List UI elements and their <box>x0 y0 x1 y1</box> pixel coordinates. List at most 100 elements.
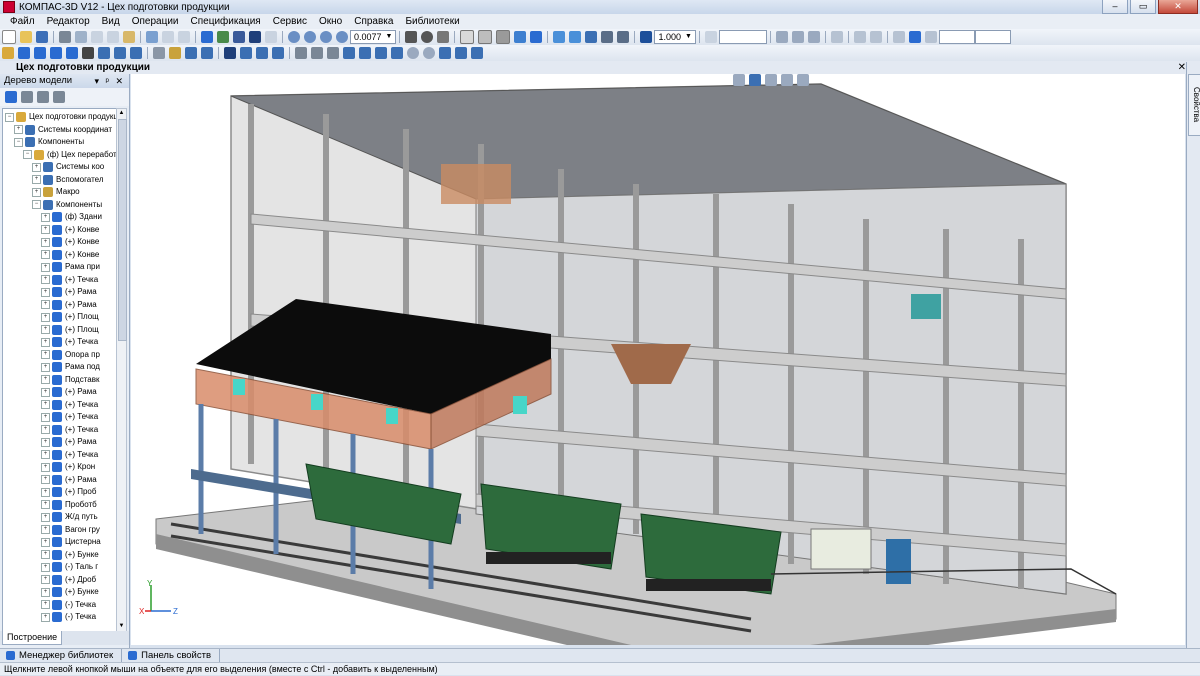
tree-item[interactable]: + (+) Площ <box>41 324 99 336</box>
surface-icon[interactable] <box>343 47 355 59</box>
rotate-component-icon[interactable] <box>66 47 78 59</box>
mass-properties-icon[interactable] <box>791 31 804 43</box>
expand-icon[interactable]: + <box>14 125 23 134</box>
tree-item[interactable]: + (+) Бунке <box>41 586 99 598</box>
tree-item[interactable]: + (ф) Здани <box>41 211 102 223</box>
tree-structure-icon[interactable] <box>21 91 33 103</box>
hide-icon[interactable] <box>272 47 284 59</box>
function-icon[interactable] <box>892 31 905 43</box>
scroll-up-icon[interactable]: ▲ <box>117 109 126 118</box>
expand-icon[interactable]: − <box>5 112 14 122</box>
tree-item[interactable]: + Цистерна <box>41 536 101 548</box>
new-document-icon[interactable] <box>2 30 16 44</box>
wireframe-icon[interactable] <box>460 30 475 44</box>
3d-viewport[interactable]: Y X Z <box>131 74 1185 645</box>
save-icon[interactable] <box>36 31 48 43</box>
shaded-edges-icon[interactable] <box>514 31 527 43</box>
ortho-icon[interactable] <box>853 31 866 43</box>
hidden-lines-icon[interactable] <box>478 30 493 44</box>
array-grid-icon[interactable] <box>224 47 236 59</box>
tree-item[interactable]: + Ж/д путь <box>41 511 98 523</box>
copy-icon[interactable] <box>107 31 119 43</box>
expand-icon[interactable]: + <box>41 512 50 522</box>
sphere-icon[interactable] <box>407 47 419 59</box>
scroll-down-icon[interactable]: ▼ <box>117 622 126 631</box>
library-icon[interactable] <box>265 31 277 43</box>
paste-icon[interactable] <box>123 31 135 43</box>
tree-item[interactable]: + Проботб <box>41 499 97 511</box>
view-orient-icon[interactable] <box>733 74 745 86</box>
tree-view-icon[interactable] <box>5 91 17 103</box>
scale-combo[interactable]: 0.0077 ▼ <box>350 30 397 44</box>
tree-item[interactable]: + Рама под <box>41 361 100 373</box>
filter-icon[interactable] <box>98 47 110 59</box>
expand-icon[interactable]: + <box>41 487 50 497</box>
view-cursor-icon[interactable] <box>749 74 761 86</box>
section-icon[interactable] <box>185 47 197 59</box>
expand-icon[interactable]: + <box>41 475 50 484</box>
tree-item[interactable]: + (-) Таль г <box>41 561 98 573</box>
print-icon[interactable] <box>59 31 71 43</box>
tree-item[interactable]: + (+) Бунке <box>41 549 99 561</box>
add-from-file-icon[interactable] <box>34 47 46 59</box>
tree-sort-icon[interactable] <box>37 91 49 103</box>
view-rotate-icon[interactable] <box>765 74 777 86</box>
expand-icon[interactable]: + <box>41 325 50 334</box>
tree-item[interactable]: + Вагон гру <box>41 524 100 536</box>
angle-icon[interactable] <box>704 31 717 43</box>
close-document-icon[interactable]: ✕ <box>1178 61 1186 74</box>
zoom-in-icon[interactable] <box>304 31 316 43</box>
expand-icon[interactable]: − <box>32 200 41 209</box>
expand-icon[interactable]: + <box>41 587 50 597</box>
check-collision-icon[interactable] <box>807 31 820 43</box>
tree-item[interactable]: + Подставк <box>41 374 99 386</box>
select-filter-icon[interactable] <box>553 31 566 43</box>
variables-icon[interactable] <box>217 31 229 43</box>
menu-view[interactable]: Вид <box>96 16 126 27</box>
orientation-icon[interactable] <box>437 31 450 43</box>
expand-icon[interactable]: + <box>41 262 50 272</box>
grid-icon[interactable] <box>830 31 843 43</box>
edit-component-icon[interactable] <box>601 31 614 43</box>
spec-object-icon[interactable] <box>256 47 268 59</box>
plane-icon[interactable] <box>295 47 307 59</box>
snap-icon[interactable] <box>569 31 582 43</box>
tree-vertical-scrollbar[interactable]: ▲ ▼ <box>116 108 127 632</box>
spatial-curve-icon[interactable] <box>359 47 371 59</box>
assembly-icon[interactable] <box>2 47 14 59</box>
expand-icon[interactable]: − <box>14 137 23 147</box>
pan-icon[interactable] <box>405 31 418 43</box>
edit-in-place-icon[interactable] <box>617 31 630 43</box>
tree-item[interactable]: + (+) Течка <box>41 424 98 436</box>
view-pan-icon[interactable] <box>797 74 809 86</box>
measure-icon[interactable] <box>775 31 788 43</box>
expand-icon[interactable]: + <box>41 500 50 509</box>
step-combo[interactable]: 1.000 ▼ <box>654 30 696 44</box>
macro-icon[interactable] <box>169 47 181 59</box>
tree-item[interactable]: + (+) Рама <box>41 474 97 486</box>
expand-icon[interactable]: + <box>41 462 50 472</box>
rebuild-icon[interactable] <box>585 31 598 43</box>
expand-icon[interactable]: + <box>41 437 50 447</box>
tree-item[interactable]: + Вспомогател <box>32 174 104 186</box>
expand-icon[interactable]: + <box>41 412 50 422</box>
diagnostics-icon[interactable] <box>391 47 403 59</box>
expand-icon[interactable]: + <box>41 337 50 347</box>
manager-icon[interactable] <box>201 31 213 43</box>
cut-icon[interactable] <box>91 31 103 43</box>
menu-libraries[interactable]: Библиотеки <box>399 16 465 27</box>
tree-item[interactable]: + (+) Течка <box>41 411 98 423</box>
mirror-icon[interactable] <box>240 47 252 59</box>
shaded-icon[interactable] <box>496 30 511 44</box>
maximize-button[interactable]: ▭ <box>1130 0 1156 14</box>
menu-window[interactable]: Окно <box>313 16 348 27</box>
tree-filter-icon[interactable] <box>53 91 65 103</box>
component-icon[interactable] <box>18 47 30 59</box>
fx-icon[interactable] <box>233 31 245 43</box>
step-cursor-icon[interactable] <box>640 31 653 43</box>
zoom-scale-icon[interactable] <box>336 31 348 43</box>
tab-properties-panel[interactable]: Панель свойств <box>122 649 220 662</box>
tree-item[interactable]: + (+) Крон <box>41 461 95 473</box>
tree-item[interactable]: + (+) Рама <box>41 436 97 448</box>
expand-icon[interactable]: + <box>41 275 50 284</box>
